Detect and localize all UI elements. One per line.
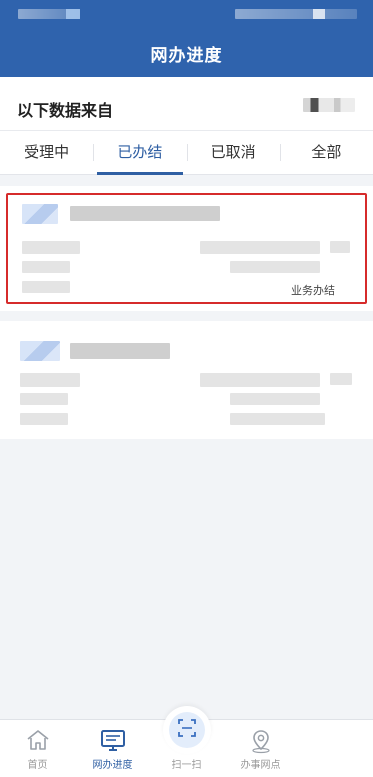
- tab-all[interactable]: 全部: [279, 131, 373, 174]
- nav-label-service-points: 办事网点: [240, 760, 281, 771]
- nav-item-scan[interactable]: 扫一扫: [150, 706, 223, 777]
- monitor-icon: [99, 728, 127, 756]
- page-title: 网办进度: [150, 46, 223, 66]
- data-source-value-redacted: [303, 98, 355, 112]
- record-field-label-redacted: [20, 373, 80, 387]
- record-field-label-redacted: [20, 393, 68, 405]
- record-field-value-redacted: [230, 393, 320, 405]
- scan-button[interactable]: [168, 712, 205, 748]
- bottom-navigation: 首页 网办进度 扫一扫 办事网点: [0, 706, 373, 777]
- record-icon-redacted: [20, 341, 60, 361]
- record-field-value-redacted: [230, 413, 325, 425]
- nav-label-home: 首页: [27, 760, 48, 771]
- tab-accepting[interactable]: 受理中: [0, 131, 93, 174]
- status-bar-left-redacted: [18, 9, 80, 19]
- status-bar-right-redacted: [235, 9, 357, 19]
- nav-item-service-points[interactable]: 办事网点: [223, 720, 298, 777]
- nav-label-progress: 网办进度: [92, 760, 133, 771]
- record-field-label-redacted: [20, 413, 68, 425]
- highlight-annotation-box: [6, 193, 367, 304]
- record-card[interactable]: 业务办结: [0, 186, 373, 311]
- nav-item-home[interactable]: 首页: [0, 720, 75, 777]
- nav-item-progress[interactable]: 网办进度: [75, 720, 150, 777]
- home-icon: [25, 728, 51, 756]
- tab-cancelled[interactable]: 已取消: [186, 131, 280, 174]
- location-pin-icon: [248, 728, 274, 758]
- app-root: 网办进度 以下数据来自 受理中 已办结 已取消 全部 业务办结 首页 网办进度 …: [0, 0, 373, 777]
- record-card[interactable]: [0, 321, 373, 439]
- scan-icon: [177, 718, 197, 742]
- record-field-value-redacted: [330, 373, 352, 385]
- tab-completed[interactable]: 已办结: [93, 131, 186, 175]
- status-tabs: 受理中 已办结 已取消 全部: [0, 131, 373, 175]
- nav-label-scan: 扫一扫: [171, 760, 202, 771]
- record-title-redacted: [70, 343, 170, 359]
- app-header: 网办进度: [0, 0, 373, 77]
- record-field-value-redacted: [200, 373, 320, 387]
- data-source-row[interactable]: 以下数据来自: [0, 77, 373, 131]
- data-source-label: 以下数据来自: [17, 101, 114, 120]
